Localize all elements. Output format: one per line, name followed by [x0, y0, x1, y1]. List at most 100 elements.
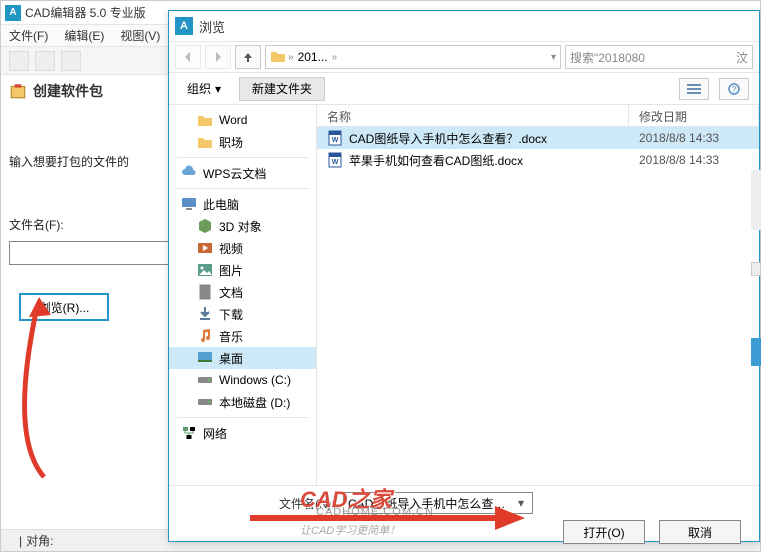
tree-item-label: 下载 — [219, 306, 243, 323]
filename-label: 文件名(N): — [279, 495, 335, 512]
video-icon — [197, 240, 213, 256]
wizard-title: 创建软件包 — [9, 81, 169, 101]
tree-item-label: 文档 — [219, 284, 243, 301]
help-button[interactable]: ? — [719, 78, 749, 100]
chevron-down-icon[interactable]: ▾ — [551, 52, 556, 63]
side-decoration — [751, 338, 761, 366]
tree-item[interactable]: 视频 — [169, 237, 316, 259]
organize-button[interactable]: 组织 ▾ — [179, 77, 229, 101]
nav-back-button[interactable] — [175, 45, 201, 69]
tree-item[interactable]: 此电脑 — [169, 193, 316, 215]
music-icon — [197, 328, 213, 344]
column-date[interactable]: 修改日期 — [629, 105, 759, 126]
svg-text:W: W — [332, 137, 339, 144]
tree-item-label: 视频 — [219, 240, 243, 257]
tree-item-label: Word — [219, 113, 247, 127]
tree-item-label: 职场 — [219, 134, 243, 151]
filename-label: 文件名(F): — [9, 216, 169, 233]
pic-icon — [197, 262, 213, 278]
folder-tree[interactable]: Word 职场 WPS云文档此电脑 3D 对象视频图片文档下载音乐桌面 Windows … — [169, 105, 317, 485]
folder-icon — [197, 134, 213, 150]
tree-item[interactable]: 本地磁盘 (D:) — [169, 391, 316, 413]
tree-item[interactable]: 桌面 — [169, 347, 316, 369]
arrow-left-icon — [182, 51, 194, 63]
toolbar-button[interactable] — [35, 51, 55, 71]
toolbar-button[interactable] — [9, 51, 29, 71]
3d-icon — [197, 218, 213, 234]
tree-item-label: 此电脑 — [203, 196, 239, 213]
side-decoration — [751, 170, 761, 230]
svg-text:?: ? — [732, 85, 737, 94]
list-view-icon — [687, 83, 701, 95]
tree-item[interactable]: Windows (C:) — [169, 369, 316, 391]
view-mode-button[interactable] — [679, 78, 709, 100]
dialog-footer: 文件名(N): CAD图纸导入手机中怎么查看？.c ▾ 打开(O) 取消 — [169, 485, 759, 543]
breadcrumb-item[interactable]: 201... — [296, 50, 330, 64]
network-icon — [181, 425, 197, 441]
nav-up-button[interactable] — [235, 45, 261, 69]
tree-item-label: 图片 — [219, 262, 243, 279]
column-name[interactable]: 名称 — [317, 105, 629, 126]
nav-forward-button[interactable] — [205, 45, 231, 69]
search-input[interactable]: 搜索"2018080 汶 — [565, 45, 753, 69]
tree-item[interactable]: WPS云文档 — [169, 162, 316, 184]
dialog-toolbar: 组织 ▾ 新建文件夹 ? — [169, 73, 759, 105]
tree-item-label: 桌面 — [219, 350, 243, 367]
menu-file[interactable]: 文件(F) — [9, 27, 48, 44]
tree-item[interactable]: 职场 — [169, 131, 316, 153]
file-row[interactable]: W CAD图纸导入手机中怎么查看？.docx2018/8/8 14:33 — [317, 127, 759, 149]
package-icon — [9, 82, 27, 100]
drive-icon — [197, 394, 213, 410]
tree-item[interactable]: 文档 — [169, 281, 316, 303]
app-logo-icon: A — [5, 5, 21, 21]
tree-item[interactable]: 网络 — [169, 422, 316, 444]
side-decoration — [751, 262, 761, 276]
filename-combo[interactable]: CAD图纸导入手机中怎么查看？.c ▾ — [343, 492, 533, 514]
menu-edit[interactable]: 编辑(E) — [64, 27, 104, 44]
status-left: 对角: — [26, 532, 53, 549]
wizard-prompt: 输入想要打包的文件的 — [9, 153, 169, 170]
word-file-icon: W — [327, 152, 343, 168]
desktop-icon — [197, 350, 213, 366]
open-button[interactable]: 打开(O) — [563, 520, 645, 544]
wizard-panel: 创建软件包 输入想要打包的文件的 文件名(F): 浏览(R)... — [9, 81, 169, 521]
tree-item[interactable]: 音乐 — [169, 325, 316, 347]
list-header: 名称 修改日期 — [317, 105, 759, 127]
file-name: 苹果手机如何查看CAD图纸.docx — [349, 152, 629, 169]
folder-icon — [270, 49, 286, 65]
chevron-down-icon: ▾ — [215, 82, 221, 96]
tree-item[interactable]: 图片 — [169, 259, 316, 281]
breadcrumb-sep: » — [332, 52, 338, 63]
toolbar-button[interactable] — [61, 51, 81, 71]
filename-input[interactable] — [9, 241, 169, 265]
cancel-button[interactable]: 取消 — [659, 520, 741, 544]
tree-item[interactable]: 下载 — [169, 303, 316, 325]
browse-button[interactable]: 浏览(R)... — [19, 293, 109, 321]
svg-text:W: W — [332, 159, 339, 166]
doc-icon — [197, 284, 213, 300]
chevron-down-icon[interactable]: ▾ — [514, 496, 528, 510]
file-list: 名称 修改日期 W CAD图纸导入手机中怎么查看？.docx2018/8/8 14… — [317, 105, 759, 485]
dialog-logo-icon: A — [175, 17, 193, 35]
dialog-titlebar: A 浏览 — [169, 11, 759, 41]
tree-item[interactable]: 3D 对象 — [169, 215, 316, 237]
file-row[interactable]: W 苹果手机如何查看CAD图纸.docx2018/8/8 14:33 — [317, 149, 759, 171]
app-title: CAD编辑器 5.0 专业版 — [25, 4, 146, 21]
tree-item-label: 3D 对象 — [219, 218, 262, 235]
tree-item-label: 本地磁盘 (D:) — [219, 394, 290, 411]
word-file-icon: W — [327, 130, 343, 146]
file-name: CAD图纸导入手机中怎么查看？.docx — [349, 130, 629, 147]
tree-item[interactable]: Word — [169, 109, 316, 131]
arrow-up-icon — [242, 51, 254, 63]
dialog-title: 浏览 — [199, 17, 225, 36]
monitor-icon — [181, 196, 197, 212]
breadcrumb-path[interactable]: » 201... » ▾ — [265, 45, 561, 69]
dialog-navbar: » 201... » ▾ 搜索"2018080 汶 — [169, 41, 759, 73]
file-date: 2018/8/8 14:33 — [629, 131, 759, 145]
folder-icon — [197, 112, 213, 128]
file-date: 2018/8/8 14:33 — [629, 153, 759, 167]
tree-item-label: 音乐 — [219, 328, 243, 345]
list-rows: W CAD图纸导入手机中怎么查看？.docx2018/8/8 14:33 W 苹果手机… — [317, 127, 759, 485]
menu-view[interactable]: 视图(V) — [120, 27, 160, 44]
new-folder-button[interactable]: 新建文件夹 — [239, 77, 325, 101]
